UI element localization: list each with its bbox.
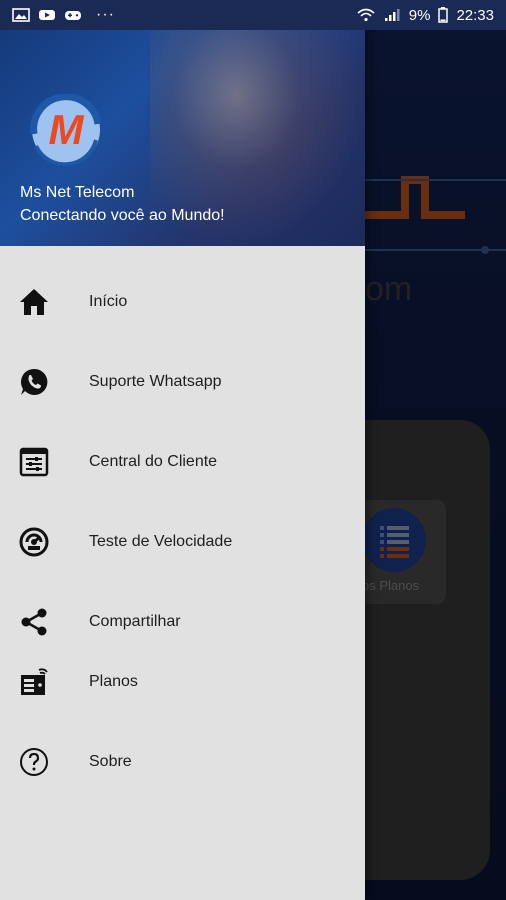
menu-item-suporte-whatsapp[interactable]: Suporte Whatsapp xyxy=(0,352,365,412)
plans-icon xyxy=(18,666,50,698)
menu-item-label: Suporte Whatsapp xyxy=(89,373,222,390)
menu-item-compartilhar[interactable]: Compartilhar xyxy=(0,592,365,652)
menu-item-label: Teste de Velocidade xyxy=(89,533,233,550)
battery-icon xyxy=(438,7,449,23)
speedtest-icon xyxy=(18,526,50,558)
menu-item-label: Compartilhar xyxy=(89,613,181,630)
menu-item-teste-de-velocidade[interactable]: Teste de Velocidade xyxy=(0,512,365,572)
menu-item-inicio[interactable]: Início xyxy=(0,272,365,332)
share-icon xyxy=(18,606,50,638)
menu-item-central-do-cliente[interactable]: Central do Cliente xyxy=(0,432,365,492)
status-bar: ··· 9% 22:33 xyxy=(0,0,506,30)
drawer-subtitle: Conectando você ao Mundo! xyxy=(20,207,225,224)
image-icon xyxy=(12,8,30,22)
settings-panel-icon xyxy=(18,446,50,478)
svg-text:M: M xyxy=(49,106,85,153)
wifi-icon xyxy=(357,8,375,22)
home-icon xyxy=(18,286,50,318)
drawer-title: Ms Net Telecom xyxy=(20,184,135,201)
signal-icon xyxy=(384,9,400,21)
menu-item-planos[interactable]: Planos xyxy=(0,652,365,712)
help-icon xyxy=(18,746,50,778)
brand-logo: M xyxy=(30,94,102,166)
menu-item-label: Sobre xyxy=(89,753,132,770)
drawer-header: M Ms Net Telecom Conectando você ao Mund… xyxy=(0,30,365,246)
clock: 22:33 xyxy=(456,6,494,24)
gamepad-icon xyxy=(65,11,81,20)
whatsapp-icon xyxy=(18,366,50,398)
battery-percent: 9% xyxy=(408,6,431,24)
navigation-drawer: M Ms Net Telecom Conectando você ao Mund… xyxy=(0,30,365,900)
more-dots-icon: ··· xyxy=(96,6,115,23)
menu-item-sobre[interactable]: Sobre xyxy=(0,732,365,792)
menu-item-label: Central do Cliente xyxy=(89,453,218,470)
menu-item-label: Início xyxy=(89,293,128,310)
youtube-icon xyxy=(39,10,55,20)
menu-item-label: Planos xyxy=(89,673,138,690)
